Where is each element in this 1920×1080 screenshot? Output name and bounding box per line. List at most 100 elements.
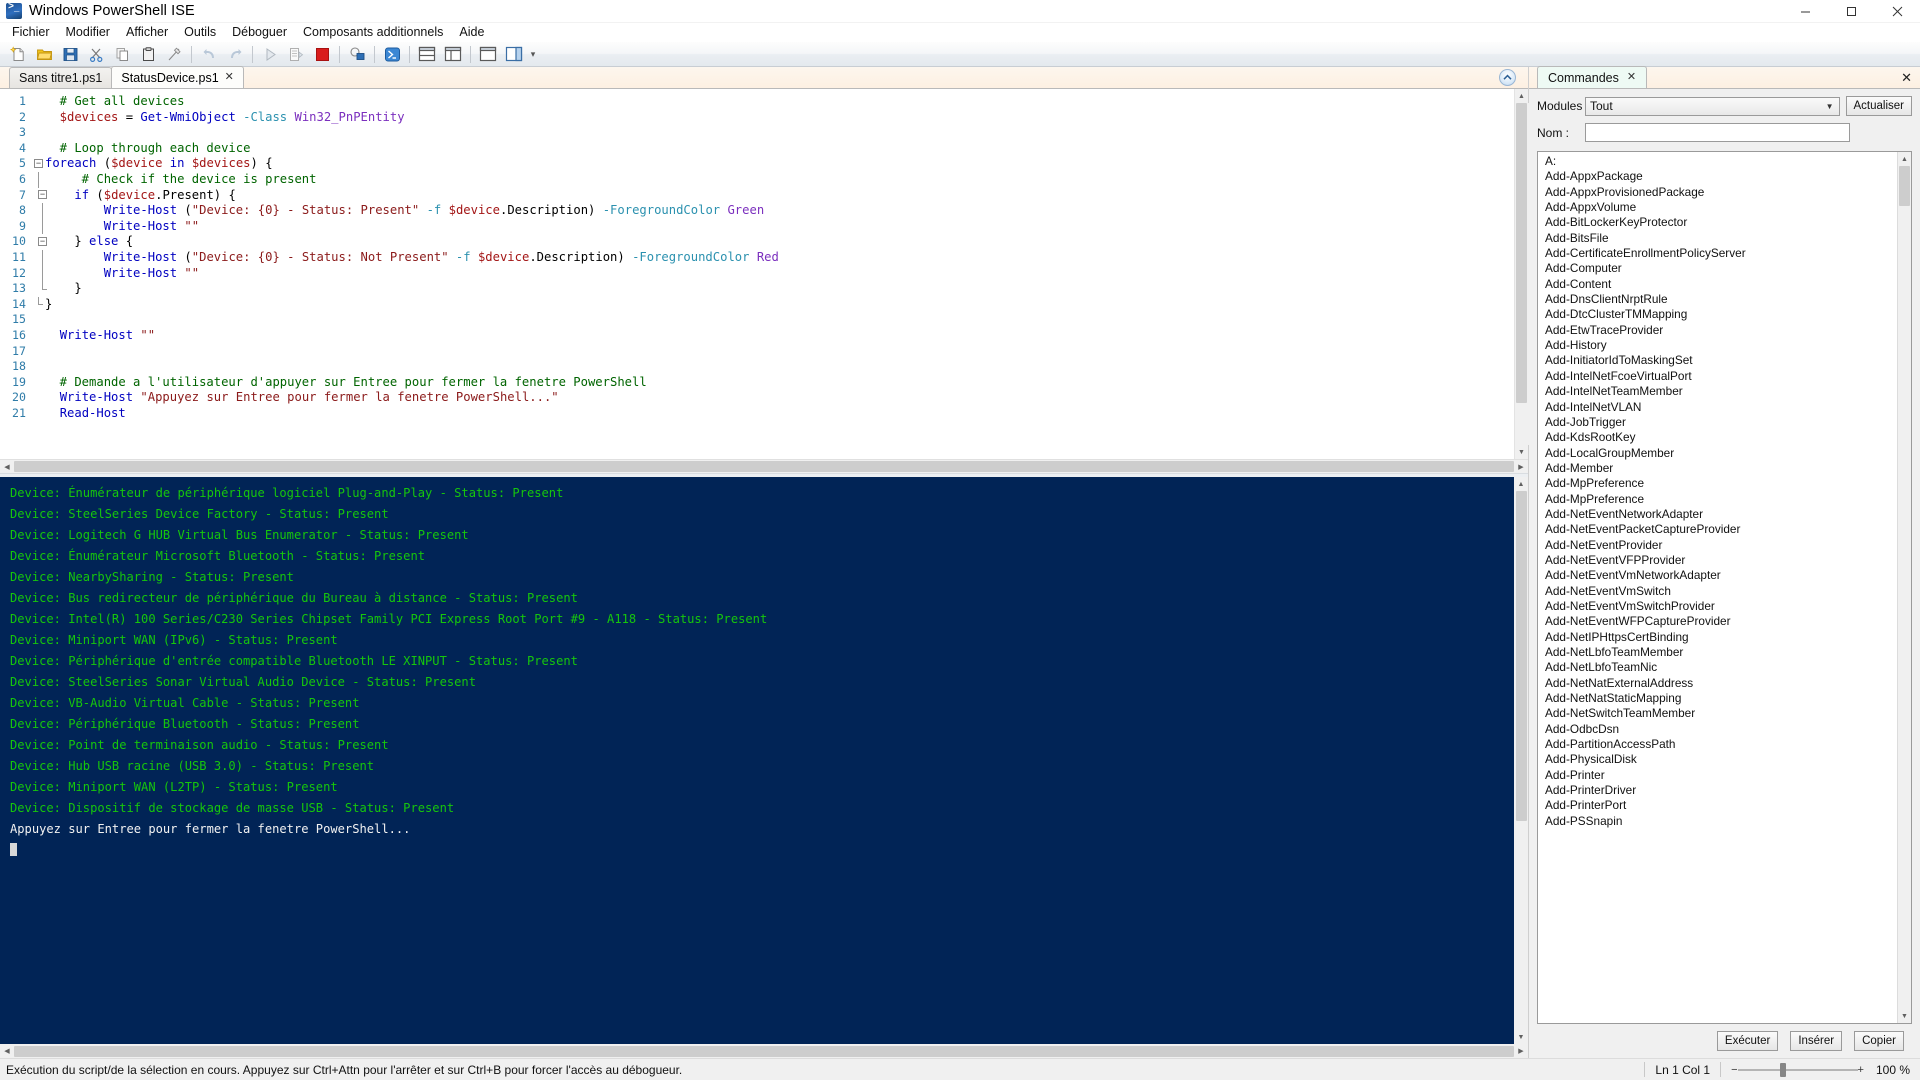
- scroll-track[interactable]: [1514, 103, 1529, 445]
- fold-marker[interactable]: −: [32, 234, 47, 250]
- console-output[interactable]: Device: Énumérateur de périphérique logi…: [0, 477, 1514, 1044]
- scroll-thumb[interactable]: [1516, 103, 1527, 403]
- redo-arrow-icon[interactable]: [222, 43, 248, 66]
- fold-marker[interactable]: [32, 94, 45, 110]
- scroll-up-icon[interactable]: ▲: [1515, 89, 1529, 103]
- fold-marker[interactable]: [32, 265, 45, 282]
- menu-modifier[interactable]: Modifier: [58, 23, 118, 42]
- commands-list-item[interactable]: Add-NetEventNetworkAdapter: [1538, 507, 1897, 522]
- show-commands-icon[interactable]: [501, 43, 527, 66]
- commands-list-item[interactable]: Add-IntelNetVLAN: [1538, 400, 1897, 415]
- tab-commandes[interactable]: Commandes ✕: [1537, 66, 1648, 88]
- scroll-track[interactable]: [14, 1045, 1514, 1057]
- script-tab-sans-titre1[interactable]: Sans titre1.ps1: [9, 67, 113, 88]
- commands-list-item[interactable]: Add-NetLbfoTeamNic: [1538, 660, 1897, 675]
- commands-list-item[interactable]: Add-Computer: [1538, 261, 1897, 276]
- fold-marker[interactable]: [32, 125, 45, 141]
- fold-marker[interactable]: [32, 344, 45, 360]
- close-icon[interactable]: ✕: [225, 72, 234, 83]
- scroll-left-icon[interactable]: ◀: [0, 1044, 14, 1058]
- new-script-icon[interactable]: [5, 43, 31, 66]
- scroll-thumb[interactable]: [14, 461, 1514, 472]
- scroll-up-icon[interactable]: ▲: [1514, 477, 1528, 491]
- scroll-thumb[interactable]: [14, 1045, 1514, 1057]
- commands-list-item[interactable]: Add-IntelNetTeamMember: [1538, 384, 1897, 399]
- fold-marker[interactable]: [32, 171, 45, 188]
- editor-vertical-scrollbar[interactable]: ▲ ▼: [1514, 89, 1529, 459]
- commands-list-item[interactable]: Add-NetEventVmSwitch: [1538, 584, 1897, 599]
- layout-maximize-icon[interactable]: [475, 43, 501, 66]
- commands-list-item[interactable]: Add-NetEventVmSwitchProvider: [1538, 599, 1897, 614]
- clear-console-icon[interactable]: [161, 43, 187, 66]
- maximize-button[interactable]: [1828, 0, 1874, 23]
- zoom-slider[interactable]: [1737, 1062, 1858, 1078]
- commands-list-item[interactable]: Add-JobTrigger: [1538, 415, 1897, 430]
- commands-list-item[interactable]: Add-PrinterDriver: [1538, 783, 1897, 798]
- fold-marker[interactable]: [32, 312, 45, 328]
- insert-button[interactable]: Insérer: [1790, 1031, 1843, 1051]
- fold-marker[interactable]: [32, 359, 45, 375]
- menu-aide[interactable]: Aide: [451, 23, 492, 42]
- commands-list-item[interactable]: Add-NetNatExternalAddress: [1538, 676, 1897, 691]
- commands-list-item[interactable]: Add-MpPreference: [1538, 476, 1897, 491]
- paste-clipboard-icon[interactable]: [135, 43, 161, 66]
- commands-list-item[interactable]: Add-NetEventProvider: [1538, 538, 1897, 553]
- editor-horizontal-scrollbar[interactable]: ◀ ▶: [0, 459, 1528, 473]
- commands-list-item[interactable]: Add-NetNatStaticMapping: [1538, 691, 1897, 706]
- commands-list-item[interactable]: Add-PSSnapin: [1538, 814, 1897, 829]
- commands-list-item[interactable]: Add-EtwTraceProvider: [1538, 323, 1897, 338]
- commands-list-item[interactable]: Add-OdbcDsn: [1538, 722, 1897, 737]
- menu-fichier[interactable]: Fichier: [4, 23, 58, 42]
- remote-session-icon[interactable]: [344, 43, 370, 66]
- chevron-up-icon[interactable]: [1499, 69, 1516, 86]
- open-folder-icon[interactable]: [31, 43, 57, 66]
- close-icon[interactable]: ✕: [1627, 72, 1636, 83]
- commands-list[interactable]: A: Add-AppxPackage Add-AppxProvisionedPack…: [1538, 152, 1897, 1023]
- menu-outils[interactable]: Outils: [176, 23, 224, 42]
- menu-afficher[interactable]: Afficher: [118, 23, 176, 42]
- fold-marker[interactable]: [32, 249, 45, 266]
- fold-marker[interactable]: [32, 110, 45, 126]
- script-editor[interactable]: 1 # Get all devices 2 $devices = Get-WmiO…: [0, 89, 1514, 459]
- commands-list-item[interactable]: Add-NetEventPacketCaptureProvider: [1538, 522, 1897, 537]
- cut-scissors-icon[interactable]: [83, 43, 109, 66]
- layout-side-icon[interactable]: [440, 43, 466, 66]
- fold-marker[interactable]: −: [32, 156, 45, 172]
- layout-top-bottom-icon[interactable]: [414, 43, 440, 66]
- commands-list-item[interactable]: Add-MpPreference: [1538, 492, 1897, 507]
- commands-list-item[interactable]: Add-AppxVolume: [1538, 200, 1897, 215]
- fold-marker[interactable]: [32, 281, 47, 297]
- fold-marker[interactable]: −: [32, 188, 47, 204]
- commands-list-item[interactable]: Add-NetSwitchTeamMember: [1538, 706, 1897, 721]
- commands-list-item[interactable]: Add-NetEventWFPCaptureProvider: [1538, 614, 1897, 629]
- commands-list-item[interactable]: Add-PrinterPort: [1538, 798, 1897, 813]
- commands-list-item[interactable]: Add-History: [1538, 338, 1897, 353]
- menu-deboguer[interactable]: Déboguer: [224, 23, 295, 42]
- scroll-track[interactable]: [14, 461, 1514, 472]
- close-button[interactable]: [1874, 0, 1920, 23]
- commands-list-item[interactable]: Add-LocalGroupMember: [1538, 446, 1897, 461]
- run-selection-icon[interactable]: [283, 43, 309, 66]
- copy-button[interactable]: Copier: [1854, 1031, 1904, 1051]
- scroll-thumb[interactable]: [1899, 166, 1910, 206]
- powershell-tab-icon[interactable]: [379, 43, 405, 66]
- copy-icon[interactable]: [109, 43, 135, 66]
- commands-list-item[interactable]: Add-IntelNetFcoeVirtualPort: [1538, 369, 1897, 384]
- fold-marker[interactable]: [32, 390, 45, 406]
- fold-marker[interactable]: [32, 328, 45, 344]
- commands-list-item[interactable]: Add-PhysicalDisk: [1538, 752, 1897, 767]
- menu-composants-additionnels[interactable]: Composants additionnels: [295, 23, 451, 42]
- commands-list-item[interactable]: Add-NetEventVmNetworkAdapter: [1538, 568, 1897, 583]
- scroll-up-icon[interactable]: ▲: [1898, 152, 1912, 166]
- pane-close-icon[interactable]: ✕: [1901, 70, 1912, 86]
- commands-list-item[interactable]: Add-Member: [1538, 461, 1897, 476]
- commands-list-item[interactable]: Add-CertificateEnrollmentPolicyServer: [1538, 246, 1897, 261]
- name-input[interactable]: [1585, 123, 1850, 142]
- fold-marker[interactable]: [32, 375, 45, 391]
- commands-list-item[interactable]: Add-DtcClusterTMMapping: [1538, 307, 1897, 322]
- commands-list-scrollbar[interactable]: ▲ ▼: [1897, 152, 1911, 1023]
- run-button[interactable]: Exécuter: [1716, 1031, 1779, 1051]
- commands-list-item[interactable]: Add-Content: [1538, 277, 1897, 292]
- commands-list-item[interactable]: Add-InitiatorIdToMaskingSet: [1538, 353, 1897, 368]
- commands-list-item[interactable]: Add-AppxProvisionedPackage: [1538, 185, 1897, 200]
